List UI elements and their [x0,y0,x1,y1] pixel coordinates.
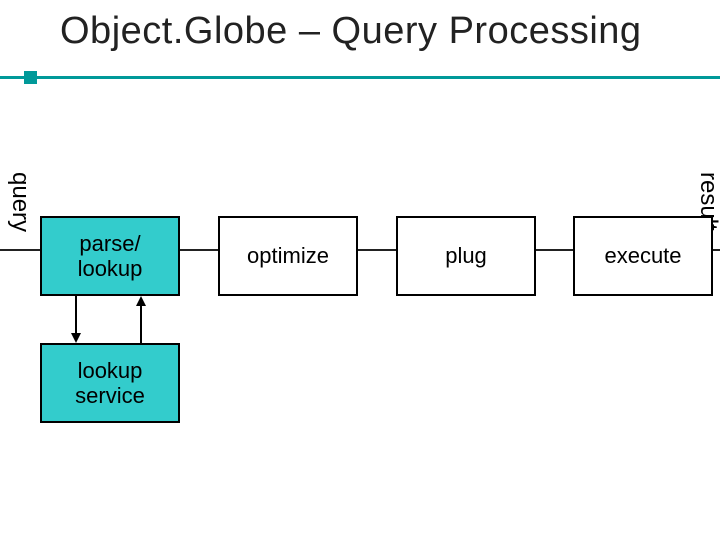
box-optimize-label: optimize [247,243,329,268]
box-optimize: optimize [218,216,358,296]
arrow-down-shaft [75,296,77,333]
box-execute: execute [573,216,713,296]
box-parse-lookup-line1: parse/ [79,231,140,256]
box-lookup-service: lookup service [40,343,180,423]
box-execute-label: execute [604,243,681,268]
label-query: query [8,172,32,232]
box-lookup-service-line1: lookup [78,358,143,383]
arrow-up-shaft [140,306,142,343]
title-underline [0,76,720,79]
arrow-up-head-icon [136,296,146,306]
box-parse-lookup: parse/ lookup [40,216,180,296]
box-plug-label: plug [445,243,487,268]
page-title: Object.Globe – Query Processing [60,10,642,53]
box-parse-lookup-line2: lookup [78,256,143,281]
box-plug: plug [396,216,536,296]
arrow-down-head-icon [71,333,81,343]
title-bullet [24,71,37,84]
box-lookup-service-line2: service [75,383,145,408]
